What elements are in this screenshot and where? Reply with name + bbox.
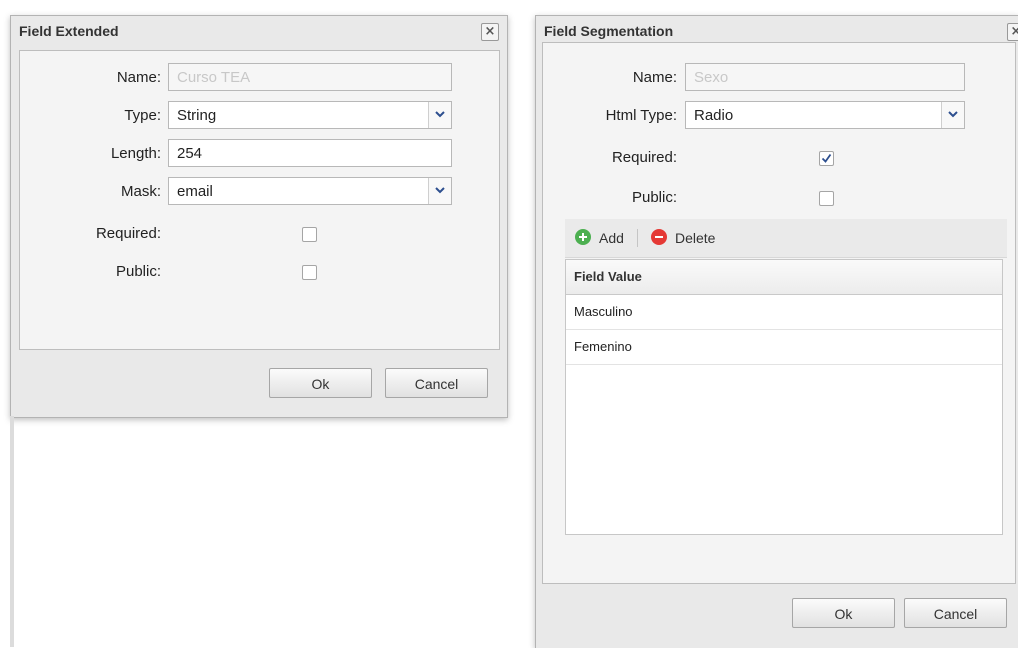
- form-panel: Name: Curso TEA Type: String Length: 254…: [19, 50, 500, 350]
- dialog-titlebar: Field Extended ×: [11, 16, 507, 46]
- dialog-title: Field Segmentation: [544, 23, 674, 39]
- field-segmentation-dialog: Field Segmentation × Name: Sexo Html Typ…: [535, 15, 1018, 648]
- window-edge: [10, 416, 14, 647]
- required-checkbox[interactable]: [819, 151, 834, 166]
- chevron-down-icon[interactable]: [941, 102, 964, 128]
- mask-combo[interactable]: email: [168, 177, 452, 205]
- dialog-title: Field Extended: [19, 23, 119, 39]
- delete-icon: [651, 229, 667, 245]
- public-checkbox[interactable]: [819, 191, 834, 206]
- name-label: Name:: [632, 69, 677, 86]
- mask-label: Mask:: [120, 183, 161, 200]
- close-icon[interactable]: ×: [481, 23, 499, 41]
- name-field[interactable]: Sexo: [685, 63, 965, 91]
- chevron-down-icon[interactable]: [428, 102, 451, 128]
- cancel-button[interactable]: Cancel: [385, 368, 488, 398]
- name-label: Name:: [116, 69, 161, 86]
- html-type-label: Html Type:: [605, 107, 677, 124]
- grid-row[interactable]: Masculino: [566, 295, 1002, 330]
- cancel-button[interactable]: Cancel: [904, 598, 1007, 628]
- mask-combo-value: email: [177, 183, 213, 200]
- delete-label: Delete: [675, 230, 716, 246]
- grid-column-header[interactable]: Field Value: [566, 260, 1002, 295]
- html-type-combo[interactable]: Radio: [685, 101, 965, 129]
- length-field[interactable]: 254: [168, 139, 452, 167]
- length-label: Length:: [110, 145, 161, 162]
- grid-row[interactable]: Femenino: [566, 330, 1002, 365]
- add-label: Add: [599, 230, 624, 246]
- grid-toolbar: Add Delete: [565, 219, 1007, 258]
- required-label: Required:: [611, 149, 677, 166]
- field-value-grid: Field Value Masculino Femenino: [565, 259, 1003, 535]
- public-label: Public:: [631, 189, 677, 206]
- type-label: Type:: [124, 107, 161, 124]
- name-field[interactable]: Curso TEA: [168, 63, 452, 91]
- public-checkbox[interactable]: [302, 265, 317, 280]
- chevron-down-icon[interactable]: [428, 178, 451, 204]
- checkmark-icon: [821, 153, 832, 163]
- add-button[interactable]: Add: [575, 229, 635, 247]
- type-combo[interactable]: String: [168, 101, 452, 129]
- close-icon[interactable]: ×: [1007, 23, 1018, 41]
- type-combo-value: String: [177, 107, 217, 124]
- public-label: Public:: [115, 263, 161, 280]
- add-icon: [575, 229, 591, 245]
- ok-button[interactable]: Ok: [269, 368, 372, 398]
- field-extended-dialog: Field Extended × Name: Curso TEA Type: S…: [10, 15, 508, 418]
- html-type-combo-value: Radio: [694, 107, 734, 124]
- toolbar-separator: [637, 229, 638, 247]
- delete-button[interactable]: Delete: [651, 229, 731, 247]
- required-label: Required:: [95, 225, 161, 242]
- form-panel: Name: Sexo Html Type: Radio Required: Pu…: [542, 42, 1016, 584]
- ok-button[interactable]: Ok: [792, 598, 895, 628]
- required-checkbox[interactable]: [302, 227, 317, 242]
